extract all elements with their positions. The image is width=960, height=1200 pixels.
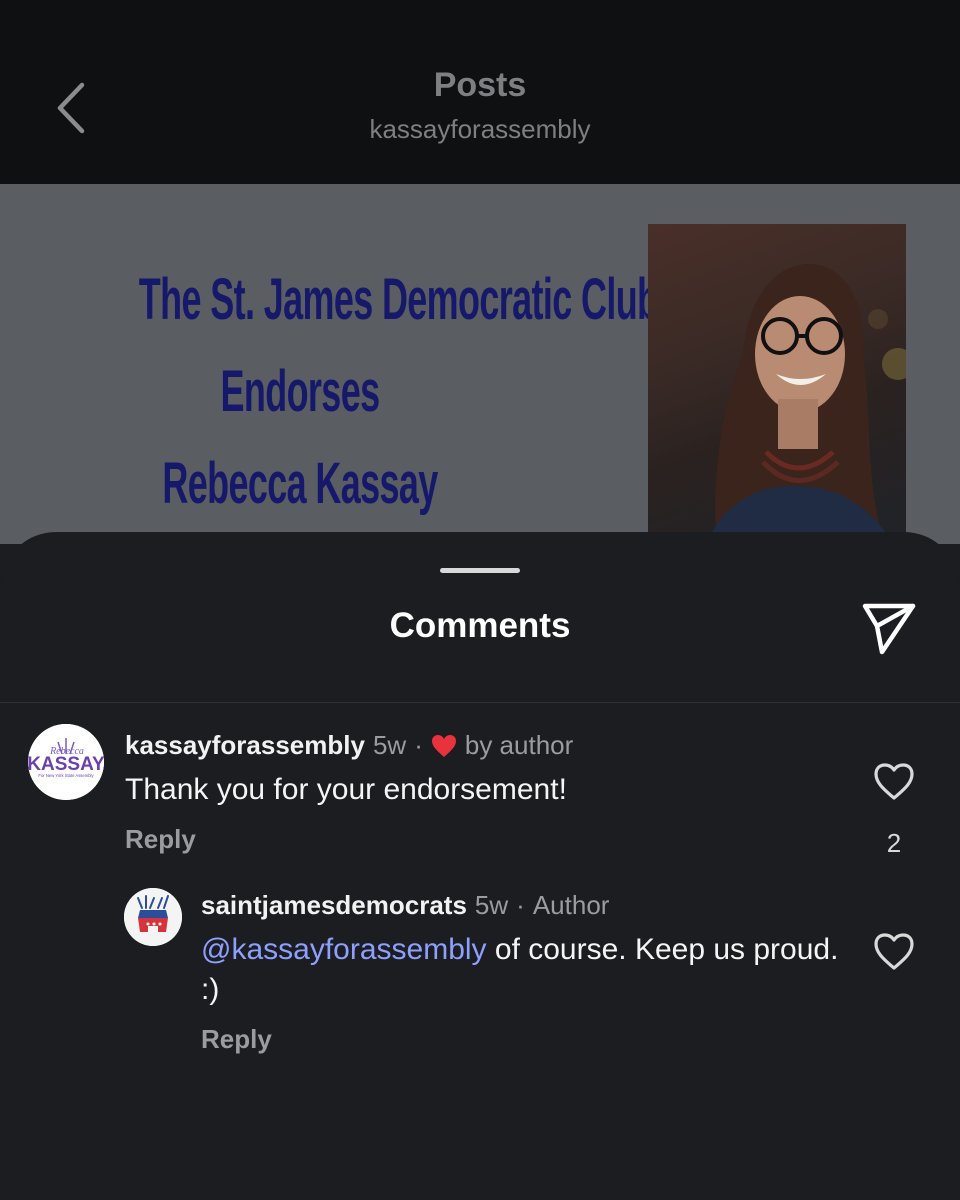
liked-by-author-label: by author (464, 730, 574, 760)
meta-separator: · (516, 890, 525, 920)
reply-button[interactable]: Reply (201, 1024, 272, 1055)
heart-filled-icon (431, 734, 456, 757)
kassay-logo: Rebecca KASSAY For New York State Assemb… (28, 724, 104, 800)
heart-outline-icon (874, 763, 914, 800)
share-button[interactable] (858, 598, 920, 660)
meta-separator: · (414, 730, 423, 760)
post-headline-line-3: Rebecca Kassay (162, 451, 438, 516)
comment-username[interactable]: kassayforassembly (125, 730, 365, 761)
avatar[interactable]: Rebecca KASSAY For New York State Assemb… (28, 724, 104, 800)
comment-age: 5w (474, 890, 509, 920)
post-headline-line-2: Endorses (220, 359, 381, 424)
like-button[interactable] (872, 760, 916, 804)
post-image[interactable]: The St. James Democratic Club Endorses R… (0, 184, 960, 544)
divider (0, 702, 960, 703)
page-title: Posts (433, 66, 527, 104)
comment-item: Rebecca KASSAY For New York State Assemb… (0, 722, 960, 862)
like-count: 2 (886, 828, 902, 858)
drag-handle[interactable] (440, 568, 520, 573)
like-button[interactable] (872, 930, 916, 974)
post-headline: The St. James Democratic Club Endorses R… (138, 254, 659, 530)
comment-meta: kassayforassembly 5w · by author (125, 730, 573, 761)
comment-age: 5w (372, 730, 407, 760)
mention-link[interactable]: @kassayforassembly (201, 933, 487, 966)
comment-text: Thank you for your endorsement! (125, 773, 567, 806)
candidate-photo (648, 224, 906, 544)
comments-title: Comments (389, 606, 571, 645)
comment-reply-item: saintjamesdemocrats 5w · Author @kassayf… (0, 884, 960, 1064)
candidate-portrait (706, 264, 906, 544)
comment-text: @kassayforassembly of course. Keep us pr… (201, 930, 841, 1010)
reply-button[interactable]: Reply (125, 824, 196, 855)
post-headline-line-1: The St. James Democratic Club (138, 267, 659, 332)
comment-meta: saintjamesdemocrats 5w · Author (201, 890, 609, 921)
page-subtitle[interactable]: kassayforassembly (0, 114, 960, 145)
heart-outline-icon (874, 933, 914, 970)
comments-sheet: Comments Rebecca KASSAY For New York Sta… (0, 532, 960, 1200)
logo-main-text: KASSAY (28, 754, 104, 775)
logo-bottom-text: For New York State Assembly (38, 773, 94, 778)
avatar[interactable] (124, 888, 182, 946)
comment-username[interactable]: saintjamesdemocrats (201, 890, 467, 921)
author-badge: Author (532, 890, 610, 920)
top-app-bar: Posts kassayforassembly (0, 0, 960, 184)
saint-james-democrats-logo (124, 888, 182, 946)
send-icon (862, 603, 916, 655)
